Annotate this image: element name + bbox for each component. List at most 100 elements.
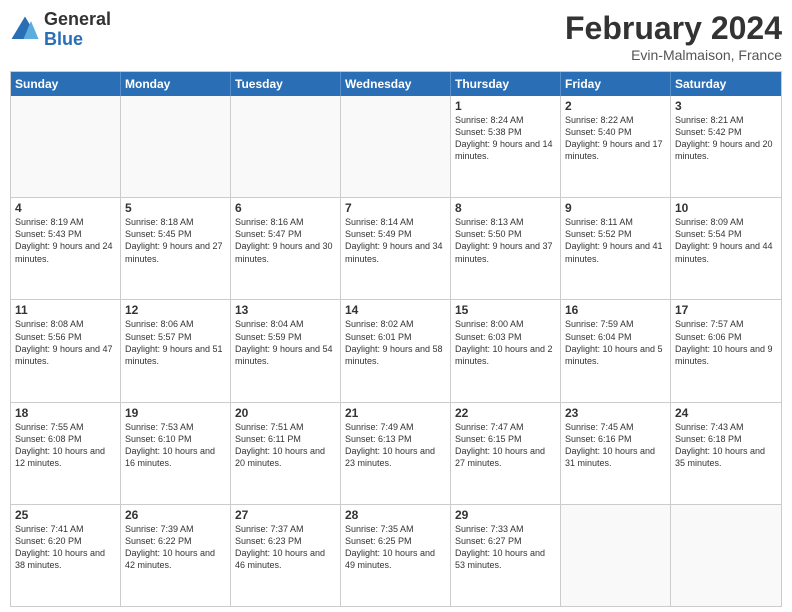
day-number: 12 (125, 303, 226, 317)
day-number: 19 (125, 406, 226, 420)
day-info: Sunrise: 7:45 AMSunset: 6:16 PMDaylight:… (565, 421, 666, 470)
calendar-cell: 18Sunrise: 7:55 AMSunset: 6:08 PMDayligh… (11, 403, 121, 504)
logo-general: General (44, 10, 111, 30)
calendar-row-2: 4Sunrise: 8:19 AMSunset: 5:43 PMDaylight… (11, 197, 781, 299)
calendar-cell: 28Sunrise: 7:35 AMSunset: 6:25 PMDayligh… (341, 505, 451, 606)
calendar-cell: 25Sunrise: 7:41 AMSunset: 6:20 PMDayligh… (11, 505, 121, 606)
calendar-cell: 9Sunrise: 8:11 AMSunset: 5:52 PMDaylight… (561, 198, 671, 299)
calendar-title: February 2024 (565, 10, 782, 47)
day-number: 11 (15, 303, 116, 317)
day-number: 1 (455, 99, 556, 113)
calendar-cell: 16Sunrise: 7:59 AMSunset: 6:04 PMDayligh… (561, 300, 671, 401)
header-cell-friday: Friday (561, 72, 671, 96)
calendar-cell: 10Sunrise: 8:09 AMSunset: 5:54 PMDayligh… (671, 198, 781, 299)
day-number: 2 (565, 99, 666, 113)
calendar-cell: 14Sunrise: 8:02 AMSunset: 6:01 PMDayligh… (341, 300, 451, 401)
calendar-cell: 6Sunrise: 8:16 AMSunset: 5:47 PMDaylight… (231, 198, 341, 299)
header-cell-sunday: Sunday (11, 72, 121, 96)
logo-text: General Blue (44, 10, 111, 50)
day-number: 9 (565, 201, 666, 215)
day-info: Sunrise: 8:21 AMSunset: 5:42 PMDaylight:… (675, 114, 777, 163)
day-info: Sunrise: 8:16 AMSunset: 5:47 PMDaylight:… (235, 216, 336, 265)
page-header: General Blue February 2024 Evin-Malmaiso… (10, 10, 782, 63)
calendar-cell: 29Sunrise: 7:33 AMSunset: 6:27 PMDayligh… (451, 505, 561, 606)
day-number: 13 (235, 303, 336, 317)
calendar-row-1: 1Sunrise: 8:24 AMSunset: 5:38 PMDaylight… (11, 96, 781, 197)
day-info: Sunrise: 8:24 AMSunset: 5:38 PMDaylight:… (455, 114, 556, 163)
day-number: 28 (345, 508, 446, 522)
calendar-cell: 7Sunrise: 8:14 AMSunset: 5:49 PMDaylight… (341, 198, 451, 299)
day-number: 18 (15, 406, 116, 420)
day-number: 26 (125, 508, 226, 522)
day-number: 23 (565, 406, 666, 420)
calendar-cell (121, 96, 231, 197)
day-info: Sunrise: 8:06 AMSunset: 5:57 PMDaylight:… (125, 318, 226, 367)
calendar-cell: 15Sunrise: 8:00 AMSunset: 6:03 PMDayligh… (451, 300, 561, 401)
day-info: Sunrise: 8:11 AMSunset: 5:52 PMDaylight:… (565, 216, 666, 265)
day-number: 25 (15, 508, 116, 522)
day-number: 5 (125, 201, 226, 215)
day-info: Sunrise: 8:08 AMSunset: 5:56 PMDaylight:… (15, 318, 116, 367)
day-info: Sunrise: 7:51 AMSunset: 6:11 PMDaylight:… (235, 421, 336, 470)
calendar-cell (231, 96, 341, 197)
calendar-cell: 21Sunrise: 7:49 AMSunset: 6:13 PMDayligh… (341, 403, 451, 504)
calendar-cell: 4Sunrise: 8:19 AMSunset: 5:43 PMDaylight… (11, 198, 121, 299)
day-number: 8 (455, 201, 556, 215)
logo-blue: Blue (44, 30, 111, 50)
calendar-row-4: 18Sunrise: 7:55 AMSunset: 6:08 PMDayligh… (11, 402, 781, 504)
calendar-cell: 2Sunrise: 8:22 AMSunset: 5:40 PMDaylight… (561, 96, 671, 197)
day-info: Sunrise: 8:04 AMSunset: 5:59 PMDaylight:… (235, 318, 336, 367)
calendar-cell: 8Sunrise: 8:13 AMSunset: 5:50 PMDaylight… (451, 198, 561, 299)
day-number: 15 (455, 303, 556, 317)
calendar-row-3: 11Sunrise: 8:08 AMSunset: 5:56 PMDayligh… (11, 299, 781, 401)
day-number: 22 (455, 406, 556, 420)
calendar-cell (561, 505, 671, 606)
day-info: Sunrise: 7:59 AMSunset: 6:04 PMDaylight:… (565, 318, 666, 367)
day-info: Sunrise: 8:18 AMSunset: 5:45 PMDaylight:… (125, 216, 226, 265)
day-info: Sunrise: 7:43 AMSunset: 6:18 PMDaylight:… (675, 421, 777, 470)
calendar-cell: 20Sunrise: 7:51 AMSunset: 6:11 PMDayligh… (231, 403, 341, 504)
day-info: Sunrise: 7:53 AMSunset: 6:10 PMDaylight:… (125, 421, 226, 470)
title-area: February 2024 Evin-Malmaison, France (565, 10, 782, 63)
day-number: 7 (345, 201, 446, 215)
calendar-cell: 19Sunrise: 7:53 AMSunset: 6:10 PMDayligh… (121, 403, 231, 504)
header-cell-thursday: Thursday (451, 72, 561, 96)
calendar-cell: 3Sunrise: 8:21 AMSunset: 5:42 PMDaylight… (671, 96, 781, 197)
day-number: 4 (15, 201, 116, 215)
calendar-cell (671, 505, 781, 606)
header-cell-monday: Monday (121, 72, 231, 96)
calendar-cell: 24Sunrise: 7:43 AMSunset: 6:18 PMDayligh… (671, 403, 781, 504)
header-cell-tuesday: Tuesday (231, 72, 341, 96)
day-info: Sunrise: 7:35 AMSunset: 6:25 PMDaylight:… (345, 523, 446, 572)
header-cell-wednesday: Wednesday (341, 72, 451, 96)
day-info: Sunrise: 7:55 AMSunset: 6:08 PMDaylight:… (15, 421, 116, 470)
day-info: Sunrise: 8:14 AMSunset: 5:49 PMDaylight:… (345, 216, 446, 265)
calendar-row-5: 25Sunrise: 7:41 AMSunset: 6:20 PMDayligh… (11, 504, 781, 606)
day-number: 17 (675, 303, 777, 317)
day-number: 6 (235, 201, 336, 215)
logo: General Blue (10, 10, 111, 50)
day-number: 3 (675, 99, 777, 113)
day-number: 10 (675, 201, 777, 215)
day-info: Sunrise: 7:49 AMSunset: 6:13 PMDaylight:… (345, 421, 446, 470)
header-cell-saturday: Saturday (671, 72, 781, 96)
calendar-cell: 5Sunrise: 8:18 AMSunset: 5:45 PMDaylight… (121, 198, 231, 299)
day-info: Sunrise: 7:47 AMSunset: 6:15 PMDaylight:… (455, 421, 556, 470)
day-info: Sunrise: 8:22 AMSunset: 5:40 PMDaylight:… (565, 114, 666, 163)
day-number: 21 (345, 406, 446, 420)
calendar: SundayMondayTuesdayWednesdayThursdayFrid… (10, 71, 782, 607)
day-number: 24 (675, 406, 777, 420)
calendar-cell: 11Sunrise: 8:08 AMSunset: 5:56 PMDayligh… (11, 300, 121, 401)
calendar-cell: 1Sunrise: 8:24 AMSunset: 5:38 PMDaylight… (451, 96, 561, 197)
day-number: 27 (235, 508, 336, 522)
logo-icon (10, 15, 40, 45)
calendar-cell (341, 96, 451, 197)
day-info: Sunrise: 8:02 AMSunset: 6:01 PMDaylight:… (345, 318, 446, 367)
calendar-cell: 23Sunrise: 7:45 AMSunset: 6:16 PMDayligh… (561, 403, 671, 504)
page-container: General Blue February 2024 Evin-Malmaiso… (0, 0, 792, 612)
day-number: 16 (565, 303, 666, 317)
day-info: Sunrise: 7:39 AMSunset: 6:22 PMDaylight:… (125, 523, 226, 572)
day-number: 14 (345, 303, 446, 317)
calendar-cell: 13Sunrise: 8:04 AMSunset: 5:59 PMDayligh… (231, 300, 341, 401)
day-info: Sunrise: 8:09 AMSunset: 5:54 PMDaylight:… (675, 216, 777, 265)
